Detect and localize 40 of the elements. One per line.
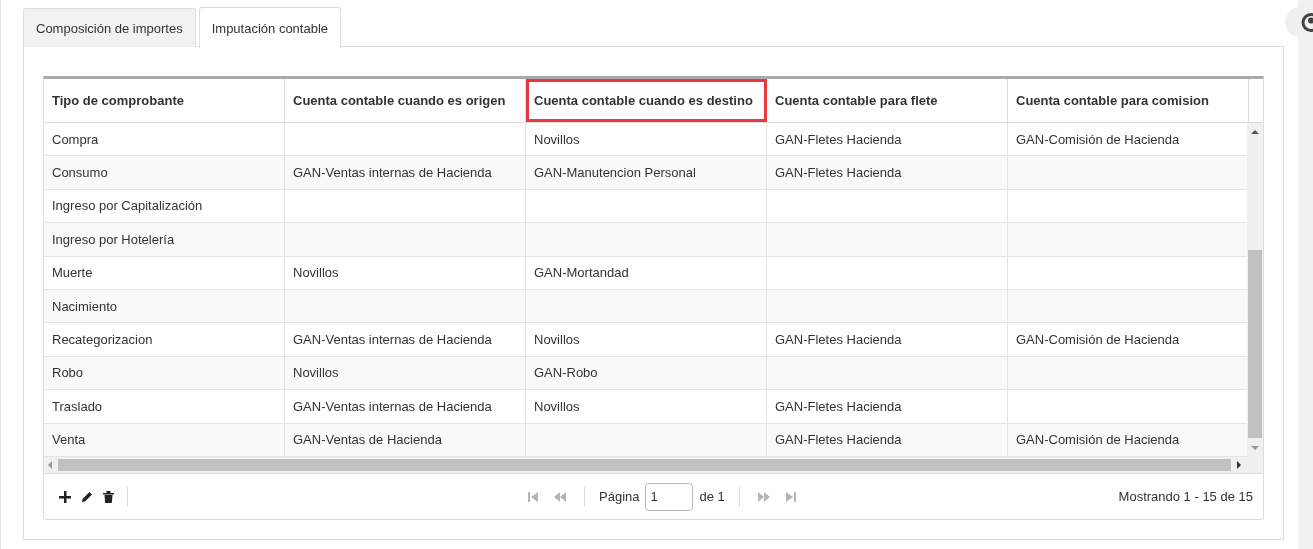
table-cell: Traslado	[44, 390, 285, 423]
table-cell: Ingreso por Capitalización	[44, 189, 285, 223]
column-header[interactable]: Cuenta contable para comision	[1008, 79, 1249, 122]
table-cell: GAN-Ventas internas de Hacienda	[285, 390, 526, 423]
table-cell: Consumo	[44, 156, 285, 189]
record-summary: Mostrando 1 - 15 de 15	[1118, 489, 1253, 504]
table-cell: GAN-Fletes Hacienda	[767, 390, 1008, 423]
table-cell: Venta	[44, 423, 285, 456]
table-cell: GAN-Mortandad	[526, 256, 767, 289]
table-cell: Robo	[44, 356, 285, 390]
column-header[interactable]: Cuenta contable cuando es destino	[526, 79, 767, 122]
page-scrollbar[interactable]	[1298, 0, 1313, 549]
table-cell: GAN-Fletes Hacienda	[767, 423, 1008, 456]
table-cell: GAN-Ventas internas de Hacienda	[285, 323, 526, 356]
page-input[interactable]: 1	[645, 482, 694, 511]
table-cell: Novillos	[526, 390, 767, 423]
table-cell: Novillos	[526, 323, 767, 356]
tab[interactable]: Imputación contable	[198, 7, 342, 48]
table-cell: GAN-Fletes Hacienda	[767, 323, 1008, 356]
table-cell: Compra	[44, 123, 285, 156]
table-cell: Recategorizacion	[44, 323, 285, 356]
table-cell: GAN-Fletes Hacienda	[767, 156, 1008, 189]
table-cell: Ingreso por Hotelería	[44, 223, 285, 256]
table-cell: GAN-Manutencion Personal	[526, 156, 767, 189]
page-label: Página	[599, 489, 640, 504]
column-header[interactable]: Tipo de comprobante	[44, 79, 285, 122]
table-cell: Nacimiento	[44, 289, 285, 323]
vertical-scrollbar[interactable]	[1247, 123, 1263, 457]
user-icon	[1300, 12, 1313, 32]
column-header[interactable]: Cuenta contable para flete	[767, 79, 1008, 122]
table-cell: Novillos	[285, 356, 526, 390]
table-cell: Novillos	[526, 123, 767, 156]
page-count: de 1	[699, 489, 725, 504]
table-cell: Muerte	[44, 256, 285, 289]
table-cell: GAN-Ventas de Hacienda	[285, 423, 526, 456]
table-cell: GAN-Fletes Hacienda	[767, 123, 1008, 156]
table-cell: GAN-Robo	[526, 356, 767, 390]
tab[interactable]: Composición de importes	[23, 8, 196, 47]
table-cell: Novillos	[285, 256, 526, 289]
table-cell: GAN-Ventas internas de Hacienda	[285, 156, 526, 189]
